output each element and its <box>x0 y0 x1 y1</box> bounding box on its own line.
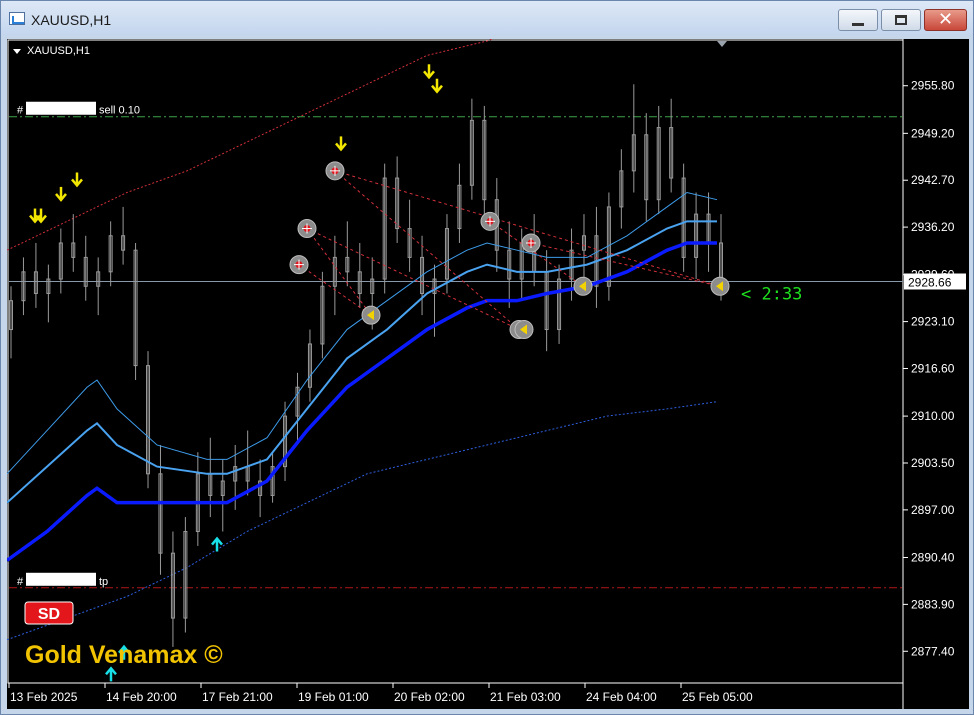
x-tick-label: 21 Feb 03:00 <box>490 690 561 704</box>
maximize-icon <box>895 15 907 25</box>
sell-order-ticket-mask <box>26 101 96 115</box>
chart-shift-marker-icon <box>717 41 727 47</box>
y-tick-label: 2936.20 <box>911 220 955 234</box>
maximize-button[interactable] <box>881 9 921 31</box>
bar-countdown-label: < 2:33 <box>741 284 802 304</box>
close-button[interactable]: ✕ <box>924 9 967 31</box>
window-title: XAUUSD,H1 <box>31 12 112 28</box>
sell-arrow-icon <box>423 64 435 80</box>
entry-signal-marker <box>289 255 309 275</box>
upper-band-line <box>7 39 495 251</box>
plot-frame <box>7 39 904 684</box>
entry-signal-marker <box>480 211 500 231</box>
buy-arrow-icon <box>105 666 117 682</box>
chart-symbol-label: XAUUSD,H1 <box>27 45 90 57</box>
sell-arrow-icon <box>71 172 83 188</box>
chart-menu-triangle-icon[interactable] <box>13 49 21 54</box>
sell-arrow-icon <box>55 186 67 202</box>
y-tick-label: 2949.20 <box>911 126 955 140</box>
x-tick-label: 24 Feb 04:00 <box>586 690 657 704</box>
entry-signal-marker <box>297 219 317 239</box>
sd-badge-label: SD <box>38 606 60 623</box>
y-tick-label: 2883.90 <box>911 597 955 611</box>
chart-window-icon <box>9 12 25 25</box>
ma-slow-line <box>7 401 718 641</box>
sell-order-label: sell 0.10 <box>99 105 140 117</box>
entry-signal-marker <box>325 161 345 181</box>
y-tick-label: 2955.80 <box>911 79 955 93</box>
y-tick-label: 2942.70 <box>911 173 955 187</box>
x-tick-label: 19 Feb 01:00 <box>298 690 369 704</box>
ma-thick-line <box>7 241 717 562</box>
current-price-label: 2928.66 <box>908 275 952 289</box>
exit-signal-marker <box>710 276 730 296</box>
x-tick-label: 17 Feb 21:00 <box>202 690 273 704</box>
y-tick-label: 2910.00 <box>911 409 955 423</box>
x-tick-label: 13 Feb 2025 <box>10 690 78 704</box>
minimize-icon <box>852 22 864 26</box>
exit-signal-marker <box>573 276 593 296</box>
close-icon: ✕ <box>937 9 954 30</box>
y-tick-label: 2890.40 <box>911 550 955 564</box>
y-tick-label: 2903.50 <box>911 456 955 470</box>
minimize-button[interactable] <box>838 9 878 31</box>
y-tick-label: 2877.40 <box>911 644 955 658</box>
brand-watermark: Gold Venamax © <box>25 641 223 669</box>
entry-signal-marker <box>521 233 541 253</box>
trade-connector-line <box>334 170 721 287</box>
y-tick-label: 2916.60 <box>911 361 955 375</box>
tp-order-prefix: # <box>17 576 24 588</box>
title-bar[interactable]: XAUUSD,H1 ✕ <box>1 1 973 35</box>
tp-order-label: tp <box>99 576 108 588</box>
exit-signal-marker <box>361 305 381 325</box>
chart-window: XAUUSD,H1 ✕ 2955.80 2949.20 2942.70 2936.20… <box>0 0 974 715</box>
trade-connector-line <box>306 228 520 330</box>
exit-signal-marker <box>514 320 534 340</box>
sell-arrow-icon <box>431 78 443 94</box>
y-tick-label: 2923.10 <box>911 315 955 329</box>
trade-connector-line <box>334 170 520 330</box>
sell-arrow-icon <box>335 136 347 152</box>
x-tick-label: 14 Feb 20:00 <box>106 690 177 704</box>
x-tick-label: 20 Feb 02:00 <box>394 690 465 704</box>
chart-canvas[interactable]: 2955.802949.202942.702936.202929.602923.… <box>7 39 969 709</box>
buy-arrow-icon <box>211 536 223 552</box>
x-tick-label: 25 Feb 05:00 <box>682 690 753 704</box>
price-chart[interactable]: 2955.802949.202942.702936.202929.602923.… <box>7 39 969 709</box>
sell-order-prefix: # <box>17 105 24 117</box>
y-tick-label: 2897.00 <box>911 503 955 517</box>
tp-order-ticket-mask <box>26 572 96 586</box>
